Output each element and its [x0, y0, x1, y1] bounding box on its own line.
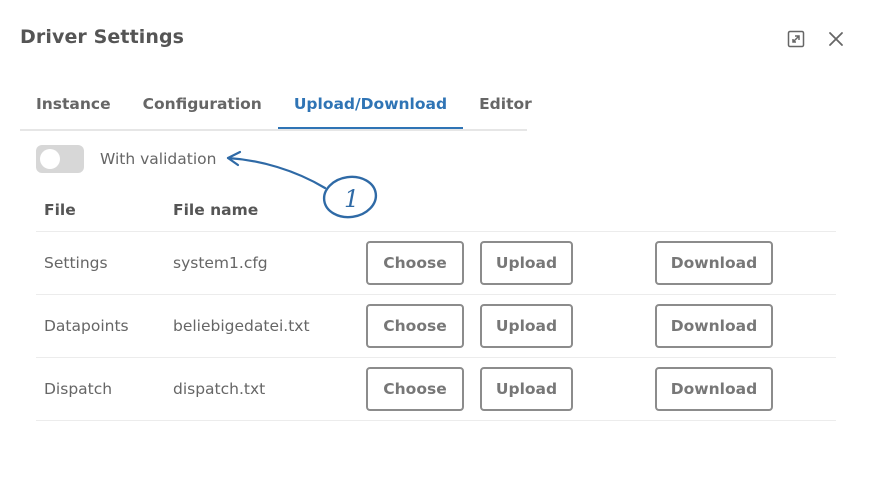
- upload-button[interactable]: Upload: [480, 367, 573, 411]
- file-name: system1.cfg: [173, 254, 268, 272]
- download-button[interactable]: Download: [655, 304, 773, 348]
- table-row: Datapoints beliebigedatei.txt Choose Upl…: [36, 295, 836, 358]
- validation-label: With validation: [100, 150, 217, 168]
- tab-bar: Instance Configuration Upload/Download E…: [20, 80, 532, 131]
- file-table: File File name Settings system1.cfg Choo…: [36, 188, 836, 421]
- upload-button[interactable]: Upload: [480, 241, 573, 285]
- close-icon: [829, 32, 843, 46]
- dialog-title: Driver Settings: [20, 26, 185, 48]
- download-button[interactable]: Download: [655, 241, 773, 285]
- validation-row: With validation: [36, 145, 216, 173]
- header-file-name: File name: [173, 200, 259, 219]
- tab-editor[interactable]: Editor: [463, 80, 548, 127]
- file-type: Settings: [44, 254, 108, 272]
- tab-instance[interactable]: Instance: [20, 80, 127, 127]
- download-button[interactable]: Download: [655, 367, 773, 411]
- table-row: Settings system1.cfg Choose Upload Downl…: [36, 232, 836, 295]
- file-name: dispatch.txt: [173, 380, 266, 398]
- file-name: beliebigedatei.txt: [173, 317, 310, 335]
- tab-upload-download[interactable]: Upload/Download: [277, 80, 464, 129]
- expand-button[interactable]: [785, 28, 807, 50]
- table-header: File File name: [36, 188, 836, 232]
- close-button[interactable]: [825, 28, 847, 50]
- annotation-arrow: [226, 156, 327, 190]
- file-type: Dispatch: [44, 380, 113, 398]
- header-file: File: [44, 200, 76, 219]
- upload-button[interactable]: Upload: [480, 304, 573, 348]
- validation-toggle[interactable]: [36, 145, 84, 173]
- tab-configuration[interactable]: Configuration: [127, 80, 278, 127]
- toggle-knob: [40, 149, 60, 169]
- file-type: Datapoints: [44, 317, 129, 335]
- choose-button[interactable]: Choose: [366, 367, 464, 411]
- choose-button[interactable]: Choose: [366, 304, 464, 348]
- expand-icon: [787, 30, 805, 48]
- choose-button[interactable]: Choose: [366, 241, 464, 285]
- table-row: Dispatch dispatch.txt Choose Upload Down…: [36, 358, 836, 421]
